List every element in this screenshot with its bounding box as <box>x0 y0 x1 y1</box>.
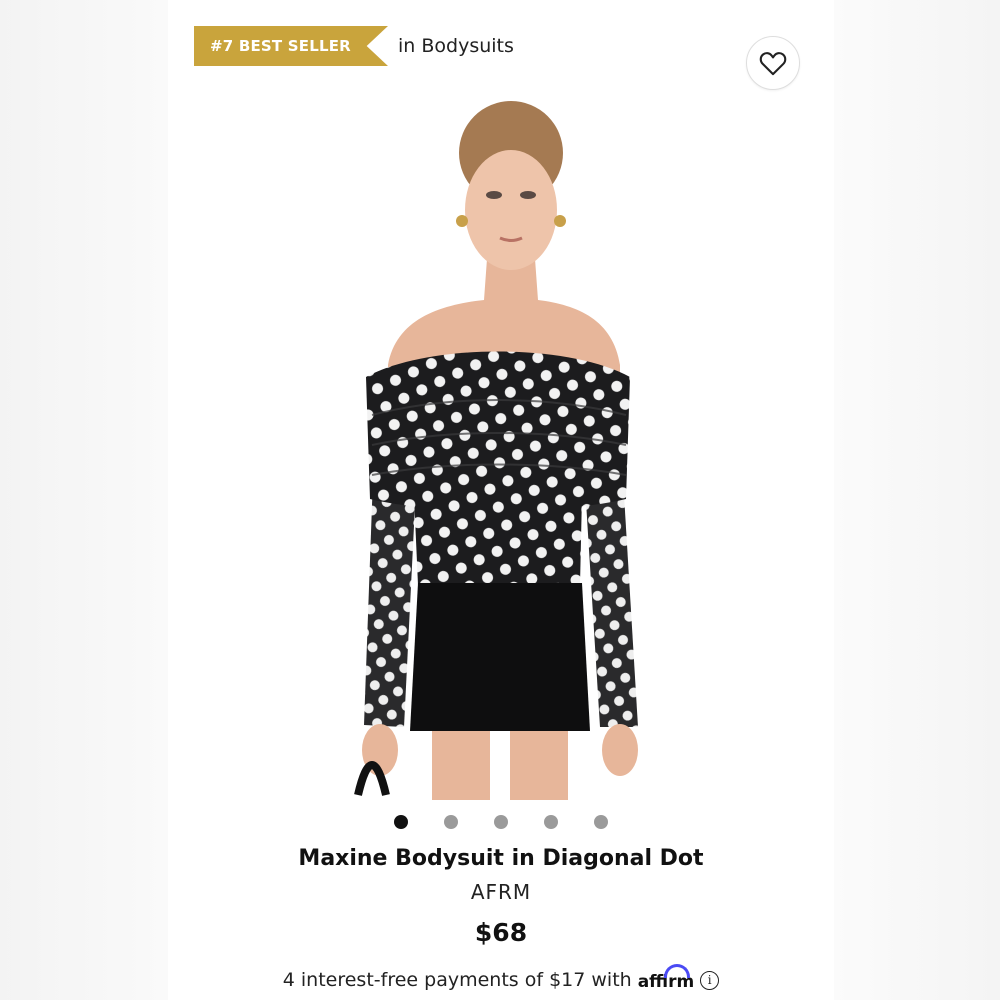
best-seller-row: #7 BEST SELLER in Bodysuits <box>194 26 514 66</box>
product-title: Maxine Bodysuit in Diagonal Dot <box>298 846 704 871</box>
installment-info: 4 interest-free payments of $17 with aff… <box>168 964 834 992</box>
image-pagination <box>168 815 834 829</box>
pagination-dot[interactable] <box>444 815 458 829</box>
affirm-logo: affirm <box>638 964 694 992</box>
pagination-dot[interactable] <box>544 815 558 829</box>
info-icon[interactable]: i <box>700 970 720 990</box>
heart-icon <box>759 52 787 76</box>
product-card: #7 BEST SELLER in Bodysuits Maxine Bodys… <box>168 0 834 1000</box>
best-seller-badge: #7 BEST SELLER <box>194 26 388 66</box>
product-price: $68 <box>474 918 528 947</box>
wishlist-button[interactable] <box>746 36 800 90</box>
pagination-dot[interactable] <box>594 815 608 829</box>
pagination-dot[interactable] <box>494 815 508 829</box>
background-left <box>0 0 168 1000</box>
background-right <box>834 0 1000 1000</box>
product-brand[interactable]: AFRM <box>168 880 834 904</box>
product-image[interactable] <box>328 95 668 800</box>
badge-category[interactable]: in Bodysuits <box>398 35 514 57</box>
installment-text: 4 interest-free payments of $17 with <box>282 969 632 991</box>
pagination-dot[interactable] <box>394 815 408 829</box>
affirm-arc-icon <box>663 964 690 978</box>
